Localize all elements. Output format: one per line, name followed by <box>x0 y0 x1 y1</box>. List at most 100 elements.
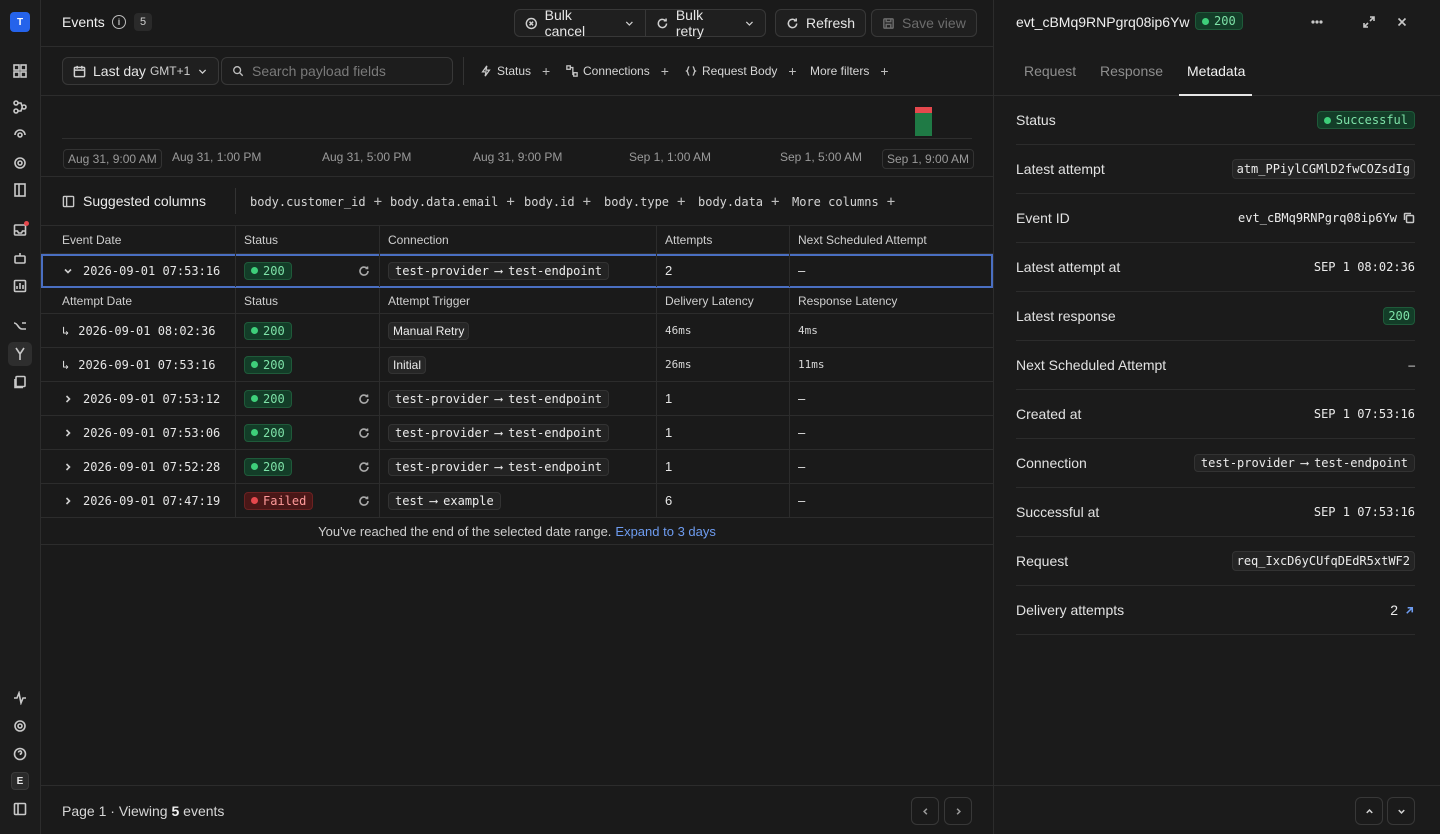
attempts-cell: 6 <box>656 484 789 517</box>
col-connection[interactable]: Connection <box>379 226 656 253</box>
copy-icon[interactable] <box>1403 212 1415 224</box>
retry-icon[interactable] <box>358 495 370 507</box>
chevron-right-icon[interactable] <box>62 461 74 473</box>
status-badge: 200 <box>244 261 292 280</box>
table-row[interactable]: 2026-09-01 07:52:28 200 test-provider ⟶ te… <box>41 450 993 484</box>
tab-metadata[interactable]: Metadata <box>1187 63 1245 79</box>
connections-icon[interactable] <box>8 95 32 119</box>
arrow-right-icon: ⟶ <box>494 391 503 406</box>
team-avatar[interactable]: T <box>10 12 30 32</box>
tab-response[interactable]: Response <box>1100 63 1163 79</box>
previous-event-button[interactable] <box>1355 797 1383 825</box>
prev-page-button[interactable] <box>911 797 939 825</box>
col-attempts[interactable]: Attempts <box>656 226 789 253</box>
expand-icon[interactable] <box>1361 14 1377 30</box>
connection-pill[interactable]: test-provider ⟶ test-endpoint <box>388 389 610 408</box>
table-row[interactable]: 2026-09-01 07:53:06 200 test-provider ⟶ te… <box>41 416 993 450</box>
status-code: 200 <box>1214 14 1236 28</box>
search-input[interactable] <box>252 63 442 79</box>
suggest-col-customer-id[interactable]: body.customer_id + <box>250 194 382 210</box>
connection-pill[interactable]: test ⟶ example <box>388 491 501 510</box>
histogram-bar-successful[interactable] <box>915 113 932 136</box>
collapse-sidebar-icon[interactable] <box>8 797 32 821</box>
transformations-icon[interactable] <box>8 178 32 202</box>
latest-response-badge[interactable]: 200 <box>1383 307 1415 325</box>
table-row-selected[interactable]: 2026-09-01 07:53:16 200 test-provider ⟶ te… <box>41 254 993 288</box>
connection-source: test-provider <box>395 425 489 440</box>
chevron-left-icon <box>922 807 927 815</box>
chevron-down-icon <box>746 21 754 26</box>
connection-pill[interactable]: test-provider ⟶ test-endpoint <box>388 423 610 442</box>
col-status[interactable]: Status <box>235 226 379 253</box>
request-id[interactable]: req_IxcD6yCUfqDEdR5xtWF2 <box>1231 551 1415 571</box>
filter-status[interactable]: Status + <box>480 63 550 79</box>
connection-pill[interactable]: test-provider ⟶ test-endpoint <box>388 261 610 280</box>
delivery-latency-cell: 46ms <box>656 314 789 347</box>
retry-icon[interactable] <box>358 461 370 473</box>
metrics-icon[interactable] <box>8 274 32 298</box>
info-icon[interactable]: i <box>112 15 126 29</box>
retry-icon[interactable] <box>358 265 370 277</box>
suggest-col-id[interactable]: body.id + <box>524 194 591 210</box>
sources-icon[interactable] <box>8 123 32 147</box>
attempts-cell: 1 <box>656 382 789 415</box>
suggest-col-type[interactable]: body.type + <box>604 194 685 210</box>
panel-tabs: Request Response Metadata <box>994 47 1440 96</box>
settings-icon[interactable] <box>8 714 32 738</box>
retry-icon[interactable] <box>358 393 370 405</box>
bulk-retry-button[interactable]: Bulk retry <box>645 7 766 39</box>
save-view-button[interactable]: Save view <box>871 9 977 37</box>
logs-icon[interactable] <box>8 370 32 394</box>
next-event-button[interactable] <box>1387 797 1415 825</box>
col-event-date[interactable]: Event Date <box>41 226 236 253</box>
tab-request[interactable]: Request <box>1024 63 1076 79</box>
end-message-text: You've reached the end of the selected d… <box>318 523 612 539</box>
payload-search[interactable] <box>221 57 453 85</box>
left-rail: T E <box>0 0 41 834</box>
add-icon: + <box>506 194 515 210</box>
inbox-icon[interactable] <box>8 218 32 242</box>
routing-icon[interactable] <box>8 314 32 338</box>
attempt-row[interactable]: ↳ 2026-09-01 08:02:36 200 Manual Retry 46… <box>41 314 993 348</box>
table-row[interactable]: 2026-09-01 07:47:19 Failed test ⟶ example … <box>41 484 993 518</box>
filter-connections[interactable]: Connections + <box>566 63 669 79</box>
status-code: 200 <box>263 323 285 338</box>
environment-avatar[interactable]: E <box>11 772 29 790</box>
destinations-icon[interactable] <box>8 151 32 175</box>
expand-range-link[interactable]: Expand to 3 days <box>615 524 715 539</box>
more-options-icon[interactable] <box>1309 14 1325 30</box>
status-badge: 200 <box>244 355 292 374</box>
refresh-button[interactable]: Refresh <box>775 9 867 37</box>
filter-more[interactable]: More filters + <box>810 63 889 79</box>
bulk-cancel-button[interactable]: Bulk cancel <box>514 7 646 39</box>
help-icon[interactable] <box>8 742 32 766</box>
date-range-picker[interactable]: Last day GMT+1 <box>62 57 220 85</box>
chevron-right-icon[interactable] <box>62 427 74 439</box>
chevron-down-icon[interactable] <box>62 265 74 277</box>
connection-pill[interactable]: test-provider ⟶ test-endpoint <box>388 457 610 476</box>
dashboard-icon[interactable] <box>8 59 32 83</box>
close-icon[interactable] <box>1394 14 1410 30</box>
suggest-col-data-email[interactable]: body.data.email + <box>390 194 515 210</box>
suggest-col-label: body.customer_id <box>250 195 366 209</box>
retry-icon[interactable] <box>358 427 370 439</box>
event-date: 2026-09-01 07:52:28 <box>83 459 221 474</box>
connection-pill[interactable]: test-provider ⟶ test-endpoint <box>1193 454 1415 472</box>
next-page-button[interactable] <box>944 797 972 825</box>
chevron-right-icon[interactable] <box>62 393 74 405</box>
attempt-date-cell: ↳ 2026-09-01 08:02:36 <box>41 314 236 347</box>
filter-request-body[interactable]: Request Body + <box>685 63 797 79</box>
meta-request-row: Request req_IxcD6yCUfqDEdR5xtWF2 <box>1016 537 1415 586</box>
bot-icon[interactable] <box>8 246 32 270</box>
table-row[interactable]: 2026-09-01 07:53:12 200 test-provider ⟶ te… <box>41 382 993 416</box>
latest-attempt-id[interactable]: atm_PPiylCGMlD2fwCOZsdIg <box>1231 159 1415 179</box>
delivery-attempts-link[interactable]: 2 <box>1390 602 1415 618</box>
activity-icon[interactable] <box>8 686 32 710</box>
col-next-scheduled[interactable]: Next Scheduled Attempt <box>789 226 993 253</box>
events-icon[interactable] <box>8 342 32 366</box>
attempts-header: Attempt Date Status Attempt Trigger Deli… <box>41 288 993 314</box>
attempt-row[interactable]: ↳ 2026-09-01 07:53:16 200 Initial 26ms 11… <box>41 348 993 382</box>
chevron-right-icon[interactable] <box>62 495 74 507</box>
more-columns[interactable]: More columns + <box>792 194 895 210</box>
suggest-col-data[interactable]: body.data + <box>698 194 779 210</box>
